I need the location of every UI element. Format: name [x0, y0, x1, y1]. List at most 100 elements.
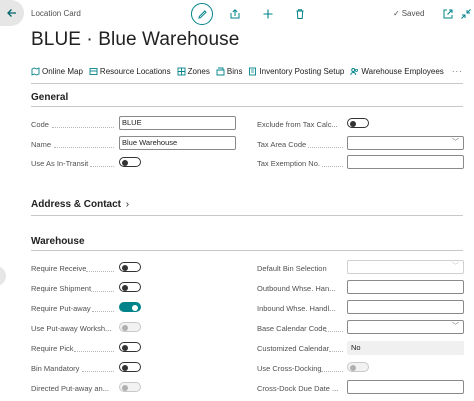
- chevron-down-icon: ﹀: [452, 323, 459, 330]
- trash-icon: [296, 9, 304, 19]
- plus-icon: [263, 9, 273, 19]
- customized-calendar-value: No: [347, 341, 464, 355]
- require-shipment-label: Require Shipment: [31, 284, 92, 293]
- use-put-away-worksheet-label: Use Put-away Worksh...: [31, 324, 112, 333]
- toggle-knob: [122, 384, 128, 391]
- toggle-knob: [122, 264, 128, 271]
- warehouse-section-title[interactable]: Warehouse: [31, 236, 85, 247]
- code-input[interactable]: BLUE: [119, 116, 236, 130]
- new-button[interactable]: [261, 7, 275, 21]
- action-bins[interactable]: Bins: [216, 67, 242, 76]
- require-shipment-toggle[interactable]: [119, 282, 141, 292]
- outbound-whse-label: Outbound Whse. Han...: [257, 284, 336, 293]
- bin-mandatory-toggle[interactable]: [119, 362, 141, 372]
- toggle-knob: [122, 324, 128, 331]
- page-title: BLUE · Blue Warehouse: [31, 29, 240, 50]
- code-label: Code: [31, 120, 49, 129]
- label-dots: [82, 371, 114, 372]
- employees-icon: [350, 67, 359, 75]
- toggle-knob: [122, 364, 128, 371]
- pencil-icon: [197, 9, 207, 19]
- delete-button[interactable]: [293, 7, 307, 21]
- saved-status: ✓ Saved: [393, 9, 425, 18]
- warehouse-divider: [31, 250, 463, 251]
- toggle-knob: [122, 159, 128, 166]
- default-bin-selection-select[interactable]: ﹀: [347, 260, 464, 274]
- breadcrumb: Location Card: [31, 9, 81, 18]
- in-transit-toggle[interactable]: [119, 157, 141, 167]
- chevron-down-icon: ﹀: [452, 139, 459, 146]
- label-dots: [321, 371, 343, 372]
- open-window-icon: [443, 9, 453, 19]
- action-resource-locations[interactable]: Resource Locations: [89, 67, 171, 76]
- label-dots: [325, 331, 343, 332]
- require-put-away-label: Require Put-away: [31, 304, 91, 313]
- default-bin-selection-label: Default Bin Selection: [257, 264, 327, 273]
- address-section-title[interactable]: Address & Contact ›: [31, 199, 129, 210]
- arrow-left-icon: [7, 9, 16, 17]
- general-section-title[interactable]: General: [31, 92, 68, 103]
- action-zones[interactable]: Zones: [177, 67, 210, 76]
- directed-put-away-label: Directed Put-away an...: [31, 384, 109, 393]
- require-receive-toggle[interactable]: [119, 262, 141, 272]
- action-inventory-posting-setup[interactable]: Inventory Posting Setup: [248, 67, 344, 76]
- action-bar: Online Map Resource Locations Zones Bins…: [31, 63, 463, 79]
- tax-exemption-label: Tax Exemption No.: [257, 159, 320, 168]
- toggle-knob: [350, 364, 356, 371]
- chevron-down-icon: ﹀: [452, 263, 459, 270]
- name-input[interactable]: Blue Warehouse: [119, 136, 236, 150]
- base-calendar-select[interactable]: ﹀: [347, 320, 464, 334]
- resource-icon: [89, 67, 98, 75]
- action-warehouse-employees[interactable]: Warehouse Employees: [350, 67, 444, 76]
- code-dots: [52, 127, 114, 128]
- cross-dock-due-date-label: Cross-Dock Due Date ...: [257, 384, 339, 393]
- directed-put-away-toggle[interactable]: [119, 382, 141, 392]
- map-icon: [31, 66, 40, 76]
- use-cross-docking-toggle[interactable]: [347, 362, 369, 372]
- bin-mandatory-label: Bin Mandatory: [31, 364, 80, 373]
- address-divider: [31, 215, 463, 216]
- toggle-knob: [122, 344, 128, 351]
- tax-area-label: Tax Area Code: [257, 140, 307, 149]
- require-pick-toggle[interactable]: [119, 342, 141, 352]
- chevron-right-icon: ›: [125, 199, 130, 210]
- tax-area-select[interactable]: ﹀: [347, 136, 464, 150]
- base-calendar-label: Base Calendar Code: [257, 324, 327, 333]
- use-cross-docking-label: Use Cross-Docking: [257, 364, 322, 373]
- require-put-away-toggle[interactable]: [119, 302, 141, 312]
- customized-calendar-label: Customized Calendar: [257, 344, 330, 353]
- posting-setup-icon: [249, 67, 257, 75]
- collapse-button[interactable]: [459, 7, 473, 21]
- back-button[interactable]: [0, 0, 24, 26]
- require-receive-label: Require Receive: [31, 264, 87, 273]
- zones-icon: [177, 67, 186, 75]
- use-put-away-worksheet-toggle[interactable]: [119, 322, 141, 332]
- label-dots: [92, 311, 114, 312]
- label-dots: [74, 351, 114, 352]
- tax-area-dots: [308, 147, 343, 148]
- exclude-tax-label: Exclude from Tax Calc...: [257, 120, 338, 129]
- action-online-map[interactable]: Online Map: [31, 67, 83, 76]
- general-divider: [31, 106, 463, 107]
- label-dots: [329, 351, 343, 352]
- tax-exemption-input[interactable]: [347, 155, 464, 169]
- edit-button[interactable]: [191, 3, 213, 25]
- share-button[interactable]: [228, 7, 242, 21]
- toggle-knob: [350, 120, 356, 127]
- toggle-knob: [132, 304, 138, 311]
- collapse-icon: [461, 9, 471, 19]
- exclude-tax-toggle[interactable]: [347, 118, 369, 128]
- outbound-whse-input[interactable]: [347, 280, 464, 294]
- toggle-knob: [122, 284, 128, 291]
- share-icon: [230, 9, 240, 19]
- tax-exemption-dots: [322, 166, 343, 167]
- cross-dock-due-date-input[interactable]: [347, 380, 464, 394]
- more-actions-button[interactable]: ···: [452, 67, 463, 76]
- check-icon: ✓: [393, 9, 400, 18]
- open-new-window-button[interactable]: [441, 7, 455, 21]
- name-dots: [54, 147, 114, 148]
- bins-icon: [216, 67, 225, 75]
- side-panel-tab[interactable]: [0, 266, 6, 286]
- label-dots: [86, 271, 114, 272]
- inbound-whse-input[interactable]: [347, 300, 464, 314]
